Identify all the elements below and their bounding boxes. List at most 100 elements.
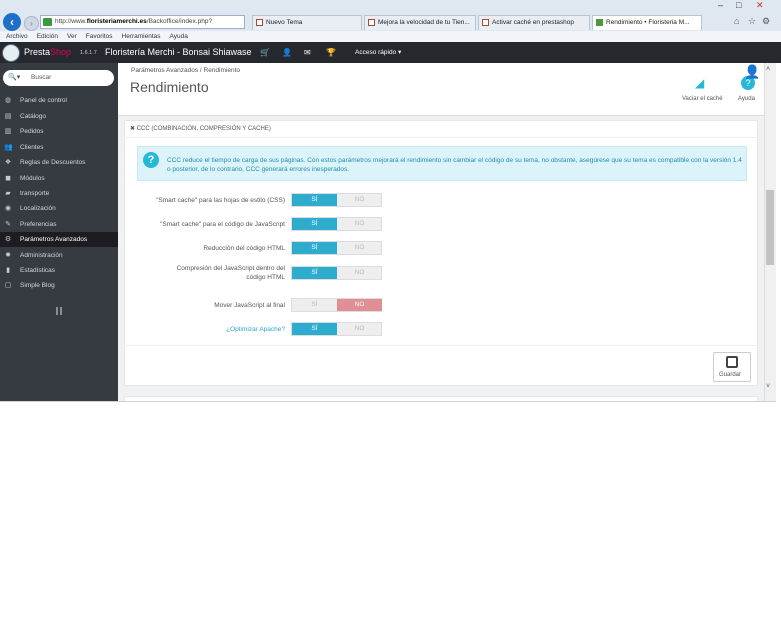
avatar[interactable]: 👤 bbox=[744, 64, 764, 80]
sidebar-item[interactable]: ▢ Simple Blog bbox=[0, 278, 118, 293]
back-button[interactable]: ‹ bbox=[3, 13, 21, 31]
sidebar-item-label: Administración bbox=[20, 252, 63, 259]
admin-header: PrestaShop 1.6.1.7 Floristería Merchi - … bbox=[0, 42, 781, 63]
customer-icon[interactable]: 👤 bbox=[282, 48, 292, 57]
yes-no-toggle[interactable]: SÍ NO bbox=[291, 241, 382, 255]
setting-label: Compresión del JavaScript dentro del códi… bbox=[177, 264, 285, 282]
divider bbox=[124, 137, 758, 138]
toggle-no-option[interactable]: NO bbox=[337, 267, 382, 279]
stats-icon: ▮ bbox=[6, 267, 10, 274]
yes-no-toggle[interactable]: SÍ NO bbox=[291, 266, 382, 280]
setting-label-line: Compresión del JavaScript dentro del bbox=[176, 265, 285, 272]
sidebar-item[interactable]: 👥 Clientes bbox=[0, 140, 118, 155]
toggle-no-option[interactable]: NO bbox=[337, 242, 382, 254]
sidebar-item-label: Panel de control bbox=[20, 97, 67, 104]
browser-nav-row: ‹ › http://www.floristeriamerchi.es/Back… bbox=[0, 12, 781, 32]
toggle-yes-option[interactable]: SÍ bbox=[292, 194, 337, 206]
menu-edicion[interactable]: Edición bbox=[37, 33, 58, 40]
menu-herramientas[interactable]: Herramientas bbox=[122, 33, 161, 40]
toggle-yes-option[interactable]: SÍ bbox=[292, 323, 337, 335]
tab-favicon-icon bbox=[368, 19, 375, 26]
question-circle-icon: ? bbox=[143, 152, 159, 168]
favorites-star-icon[interactable]: ☆ bbox=[748, 16, 756, 27]
setting-label: Reducción del código HTML bbox=[203, 244, 285, 253]
minimize-button[interactable]: – bbox=[718, 0, 723, 10]
sidebar-item[interactable]: ▮ Estadísticas bbox=[0, 263, 118, 278]
home-icon[interactable]: ⌂ bbox=[734, 16, 739, 26]
scroll-up-icon[interactable]: ˄ bbox=[766, 66, 770, 73]
tab-favicon-icon bbox=[596, 19, 603, 26]
brand-name[interactable]: PrestaShop bbox=[24, 47, 71, 57]
scroll-down-icon[interactable]: ˅ bbox=[766, 383, 770, 390]
tab-label: Mejora la velocidad de tu Tien... bbox=[378, 19, 470, 26]
toggle-no-option[interactable]: NO bbox=[337, 194, 382, 206]
toggle-yes-option[interactable]: SÍ bbox=[292, 218, 337, 230]
info-alert-text: CCC reduce el tiempo de carga de sus pág… bbox=[167, 157, 742, 173]
discount-icon: ❖ bbox=[4, 159, 12, 166]
forward-button[interactable]: › bbox=[24, 16, 39, 31]
clear-cache-button[interactable]: Vaciar el caché bbox=[682, 96, 723, 102]
search-input[interactable]: 🔍▾ Buscar bbox=[3, 70, 114, 86]
trophy-icon[interactable]: 🏆 bbox=[326, 48, 336, 57]
sidebar-item-label: Estadísticas bbox=[20, 267, 56, 274]
yes-no-toggle[interactable]: SÍ NO bbox=[291, 298, 382, 312]
menu-favoritos[interactable]: Favoritos bbox=[86, 33, 113, 40]
collapse-sidebar-icon[interactable] bbox=[56, 307, 62, 315]
toggle-no-option[interactable]: NO bbox=[337, 323, 382, 335]
sidebar-item[interactable]: ▤ Catálogo bbox=[0, 109, 118, 124]
browser-tab[interactable]: Activar caché en prestashop bbox=[478, 15, 590, 30]
sidebar-item[interactable]: ⚙ Parámetros Avanzados bbox=[0, 232, 118, 247]
search-icon[interactable]: 🔍▾ bbox=[8, 73, 20, 81]
catalog-icon: ▤ bbox=[4, 113, 12, 120]
url-prefix: http://www. bbox=[55, 18, 87, 25]
yes-no-toggle[interactable]: SÍ NO bbox=[291, 193, 382, 207]
tab-label: Activar caché en prestashop bbox=[492, 19, 575, 26]
scrollbar-thumb[interactable] bbox=[766, 190, 774, 265]
sidebar-item[interactable]: ▰ transporte bbox=[0, 186, 118, 201]
sidebar-item[interactable]: ✎ Preferencias bbox=[0, 217, 118, 232]
page-title: Rendimiento bbox=[130, 79, 209, 95]
sidebar-item-label: Reglas de Descuentos bbox=[20, 159, 86, 166]
browser-tab[interactable]: Mejora la velocidad de tu Tien... bbox=[364, 15, 476, 30]
yes-no-toggle[interactable]: SÍ NO bbox=[291, 217, 382, 231]
cart-icon[interactable]: 🛒 bbox=[260, 48, 270, 57]
sidebar-item[interactable]: ◉ Localización bbox=[0, 201, 118, 216]
customers-icon: 👥 bbox=[4, 144, 13, 151]
sidebar-item-label: transporte bbox=[20, 190, 50, 197]
setting-label-line: "Smart cache" para el código de JavaScri… bbox=[160, 221, 285, 228]
prestashop-logo-icon[interactable] bbox=[2, 44, 20, 62]
toggle-no-option[interactable]: NO bbox=[337, 299, 382, 311]
blog-icon: ▢ bbox=[4, 282, 12, 289]
quick-access-menu[interactable]: Acceso rápido ▾ bbox=[355, 48, 401, 56]
tab-favicon-icon bbox=[482, 19, 489, 26]
messages-icon[interactable]: ✉ bbox=[304, 48, 311, 57]
sidebar-item[interactable]: ✹ Administración bbox=[0, 248, 118, 263]
advanced-params-icon: ⚙ bbox=[4, 236, 12, 243]
toggle-no-option[interactable]: NO bbox=[337, 218, 382, 230]
toggle-yes-option[interactable]: SÍ bbox=[292, 299, 337, 311]
wrench-icon: ✖ bbox=[130, 126, 137, 132]
brand-shop: Shop bbox=[50, 47, 72, 57]
browser-tab[interactable]: Nuevo Tema bbox=[252, 15, 362, 30]
help-button[interactable]: Ayuda bbox=[738, 96, 755, 102]
sidebar-item-label: Catálogo bbox=[20, 113, 47, 120]
optimize-apache-link[interactable]: ¿Optimizar Apache? bbox=[226, 325, 285, 334]
menu-archivo[interactable]: Archivo bbox=[6, 33, 28, 40]
toggle-yes-option[interactable]: SÍ bbox=[292, 242, 337, 254]
menu-ayuda[interactable]: Ayuda bbox=[170, 33, 188, 40]
maximize-button[interactable]: □ bbox=[736, 0, 741, 10]
shop-name[interactable]: Floristería Merchi - Bonsai Shiawase bbox=[105, 47, 252, 57]
menu-ver[interactable]: Ver bbox=[67, 33, 77, 40]
yes-no-toggle[interactable]: SÍ NO bbox=[291, 322, 382, 336]
settings-gear-icon[interactable]: ⚙ bbox=[762, 16, 770, 27]
sidebar-item[interactable]: ◼ Módulos bbox=[0, 171, 118, 186]
sidebar-item[interactable]: ▥ Pedidos bbox=[0, 124, 118, 139]
sidebar-item[interactable]: ◍ Panel de control bbox=[0, 93, 118, 108]
sidebar-item[interactable]: ❖ Reglas de Descuentos bbox=[0, 155, 118, 170]
address-bar[interactable]: http://www.floristeriamerchi.es/Backoffi… bbox=[40, 15, 245, 29]
eraser-icon[interactable]: ◢ bbox=[695, 76, 711, 90]
close-button[interactable]: ✕ bbox=[756, 0, 764, 11]
browser-tab-active[interactable]: Rendimiento • Floristeria M... bbox=[592, 15, 702, 30]
window-bottom-edge bbox=[0, 401, 776, 402]
toggle-yes-option[interactable]: SÍ bbox=[292, 267, 337, 279]
